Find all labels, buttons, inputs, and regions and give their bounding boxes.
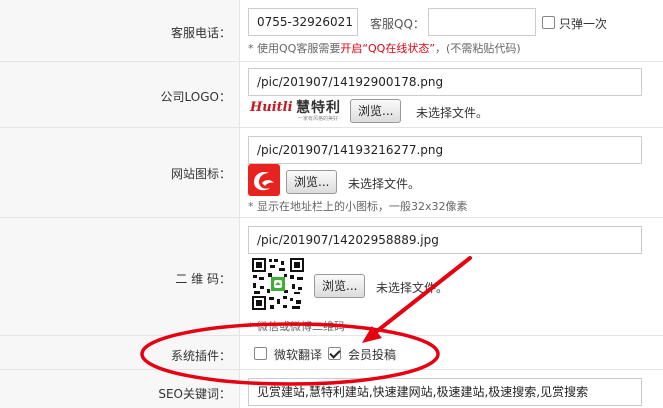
label-cell: 公司LOGO： (0, 62, 240, 127)
qrcode-browse-button[interactable]: 浏览... (314, 274, 366, 298)
plugin-translate-checkbox[interactable] (254, 347, 267, 360)
logo-script-text: Huitli (250, 100, 293, 115)
qrcode-path-input[interactable]: /pic/201907/14202958889.jpg (248, 226, 642, 254)
company-logo-path-input[interactable]: /pic/201907/14192900178.png (248, 68, 642, 96)
hint-red-link[interactable]: 开启“QQ在线状态” (340, 42, 435, 55)
favicon-swirl-icon (254, 172, 274, 191)
qrcode-hint: * 微信或微博二维码 (248, 320, 345, 333)
label-cell: 系统插件： (0, 336, 240, 369)
service-qq-label: 客服QQ： (370, 17, 425, 31)
label-cell: 二 维 码： (0, 218, 240, 335)
row-content: 微软翻译 会员投稿 (248, 336, 663, 369)
qrcode-pattern-icon (250, 256, 306, 312)
service-qq-hint: * 使用QQ客服需要开启“QQ在线状态”，(不需粘贴代码) (248, 40, 521, 56)
favicon-label: 网站图标： (170, 167, 231, 181)
system-plugins-label: 系统插件： (170, 349, 231, 363)
row-service-phone: 客服电话： 0755-32926021 客服QQ： 只弹一次 * 使用QQ客服需… (0, 0, 663, 62)
company-logo-browse-button[interactable]: 浏览... (350, 99, 402, 123)
row-content: 见赏建站,慧特利建站,快速建网站,极速建站,极速搜索,见赏搜索 (248, 370, 663, 408)
row-company-logo: 公司LOGO： /pic/201907/14192900178.png Huit… (0, 62, 663, 128)
row-content: /pic/201907/14192900178.png Huitli 慧特利 一… (248, 62, 663, 127)
plugin-member-submit-label: 会员投稿 (348, 348, 397, 362)
label-cell: SEO关键词： (0, 370, 240, 408)
qrcode-image (250, 256, 306, 312)
seo-keywords-input[interactable]: 见赏建站,慧特利建站,快速建网站,极速建站,极速搜索,见赏搜索 (248, 378, 642, 406)
plugin-member-submit-checkbox[interactable] (328, 347, 341, 360)
favicon-hint: * 显示在地址栏上的小图标，一般32x32像素 (248, 200, 468, 213)
once-only-checkbox[interactable] (542, 16, 555, 29)
row-favicon: 网站图标： /pic/201907/14193216277.png 浏览... … (0, 128, 663, 218)
row-system-plugins: 系统插件： 微软翻译 会员投稿 (0, 336, 663, 370)
service-phone-input[interactable]: 0755-32926021 (248, 8, 358, 36)
company-logo-image: Huitli 慧特利 一家有风格的美好 (248, 96, 348, 124)
company-logo-no-file: 未选择文件。 (416, 106, 489, 120)
row-content: 0755-32926021 客服QQ： 只弹一次 * 使用QQ客服需要开启“QQ… (248, 0, 663, 61)
row-content: /pic/201907/14193216277.png 浏览... 未选择文件。… (248, 128, 663, 217)
row-seo-keywords: SEO关键词： 见赏建站,慧特利建站,快速建网站,极速建站,极速搜索,见赏搜索 (0, 370, 663, 408)
once-only-label: 只弹一次 (559, 17, 608, 31)
label-cell: 网站图标： (0, 128, 240, 217)
favicon-browse-button[interactable]: 浏览... (286, 170, 338, 194)
logo-brand-text: 慧特利 (296, 100, 341, 116)
row-content: /pic/201907/14202958889.jpg 浏览... 未选择文件。… (248, 218, 663, 335)
favicon-no-file: 未选择文件。 (348, 177, 421, 191)
plugin-translate-label: 微软翻译 (274, 348, 323, 362)
row-qrcode: 二 维 码： /pic/201907/14202958889.jpg 浏览...… (0, 218, 663, 336)
logo-sub-text: 一家有风格的美好 (298, 116, 339, 122)
hint-prefix: * 使用QQ客服需要 (248, 42, 341, 55)
favicon-path-input[interactable]: /pic/201907/14193216277.png (248, 136, 642, 164)
service-qq-input[interactable] (428, 8, 536, 36)
qrcode-no-file: 未选择文件。 (376, 281, 449, 295)
service-phone-label: 客服电话： (170, 26, 231, 40)
seo-keywords-label: SEO关键词： (158, 387, 231, 401)
favicon-image (248, 164, 280, 196)
qrcode-label: 二 维 码： (175, 272, 231, 286)
hint-suffix: ，(不需粘贴代码) (435, 42, 521, 55)
label-cell: 客服电话： (0, 0, 240, 61)
company-logo-label: 公司LOGO： (160, 90, 231, 104)
